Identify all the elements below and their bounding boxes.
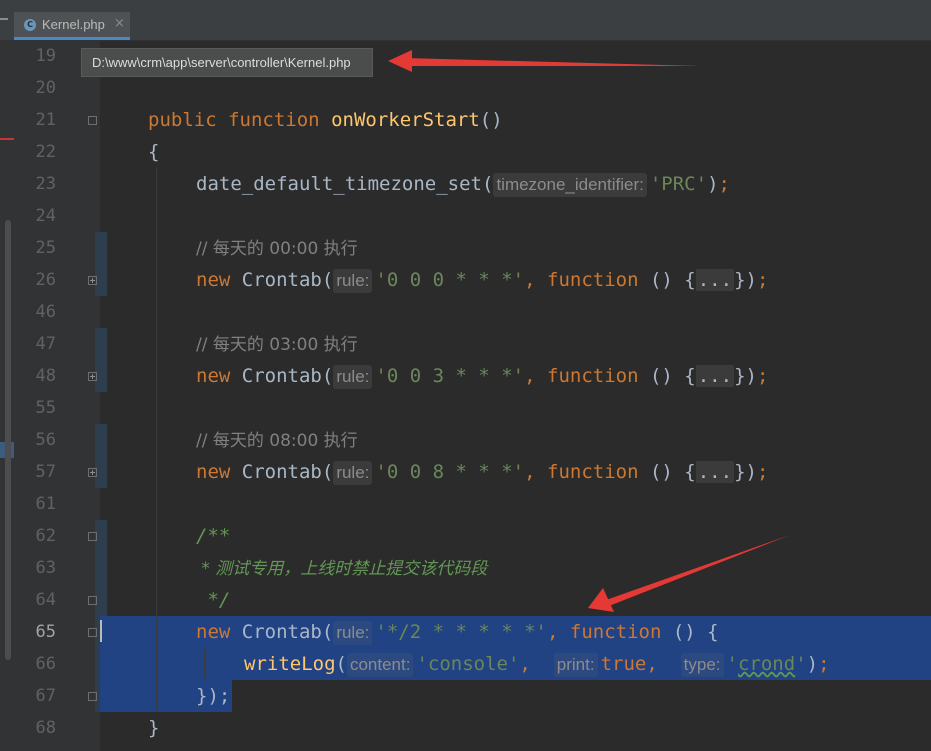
- annotation-arrow-code: [588, 535, 790, 612]
- annotation-arrow-tooltip: [388, 50, 700, 72]
- annotation-arrows: [388, 50, 790, 612]
